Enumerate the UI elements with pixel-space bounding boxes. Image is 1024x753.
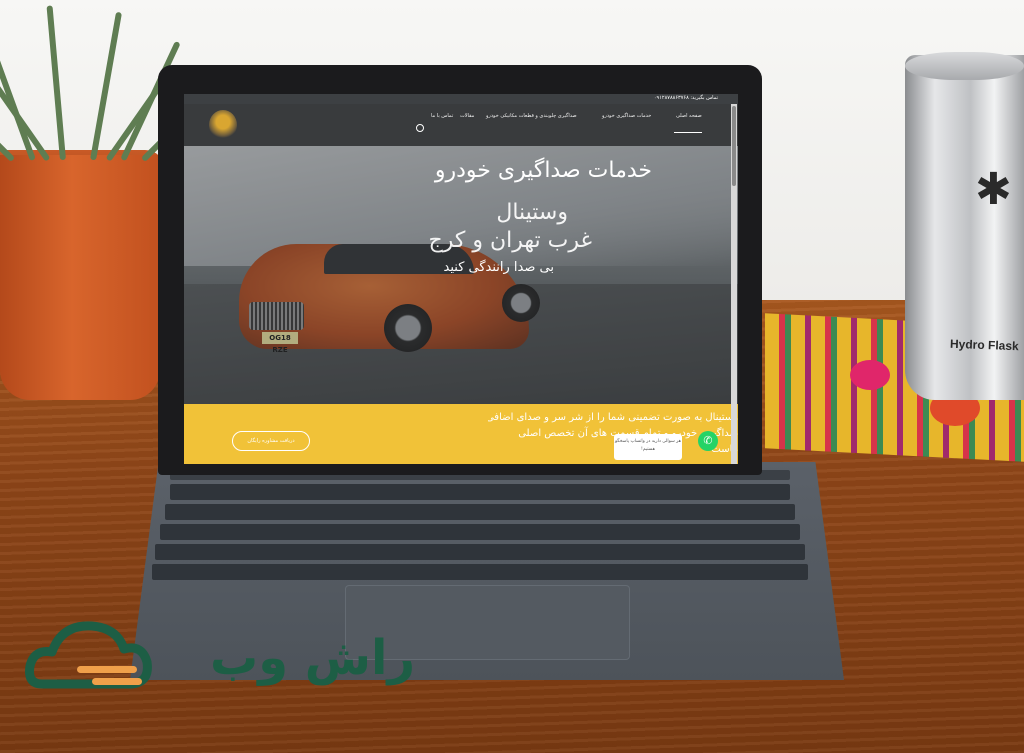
hero-tagline: بی صدا رانندگی کنید	[443, 260, 554, 275]
nav-home[interactable]: صفحه اصلی	[676, 113, 702, 119]
whatsapp-bubble-line2: هستیم!	[641, 447, 655, 452]
hero-brand: وستینال	[496, 200, 568, 225]
hero-location: غرب تهران و کرج	[428, 228, 592, 253]
laptop-screen: OG18 RZE تماس بگیرید: ۰۹۱۲۸۷۸۸۶۳۷۶۸ صفحه…	[184, 94, 738, 464]
nav-services[interactable]: خدمات صداگیری خودرو	[602, 113, 651, 119]
scrollbar-thumb[interactable]	[732, 106, 736, 186]
cup-brand-text: Hydro Flask	[949, 336, 1019, 354]
whatsapp-icon[interactable]: ✆	[698, 431, 718, 451]
promo-text-line1: وستینال به صورت تضمینی شما را از شر سر و…	[488, 412, 738, 423]
nav-active-indicator	[674, 132, 702, 133]
nav-contact[interactable]: تماس با ما	[431, 113, 453, 119]
nav-articles[interactable]: مقالات	[460, 113, 474, 119]
free-consult-button[interactable]: دریافت مشاوره رایگان	[232, 431, 310, 451]
cup-rim	[905, 52, 1024, 80]
keyboard-keys	[152, 468, 810, 583]
rug-flower	[850, 360, 890, 390]
site-logo[interactable]	[209, 110, 237, 140]
cup-logo-icon: ✱	[975, 164, 1012, 215]
hero-overlay	[184, 146, 738, 404]
topbar-phone[interactable]: تماس بگیرید: ۰۹۱۲۸۷۸۸۶۳۷۶۸	[654, 95, 718, 101]
whatsapp-bubble-line1: هر سوالی دارید در واتساپ پاسخگو	[614, 439, 682, 444]
site-nav	[184, 104, 738, 146]
search-icon[interactable]	[416, 124, 424, 132]
plant-pot	[0, 155, 160, 400]
hero-title: خدمات صداگیری خودرو	[434, 158, 652, 183]
watermark-brand: راش وب	[210, 630, 416, 686]
whatsapp-bubble[interactable]: هر سوالی دارید در واتساپ پاسخگو هستیم!	[614, 434, 682, 460]
nav-suspension[interactable]: صداگیری چلوبندی و قطعات مکانیکی خودرو	[486, 113, 577, 119]
